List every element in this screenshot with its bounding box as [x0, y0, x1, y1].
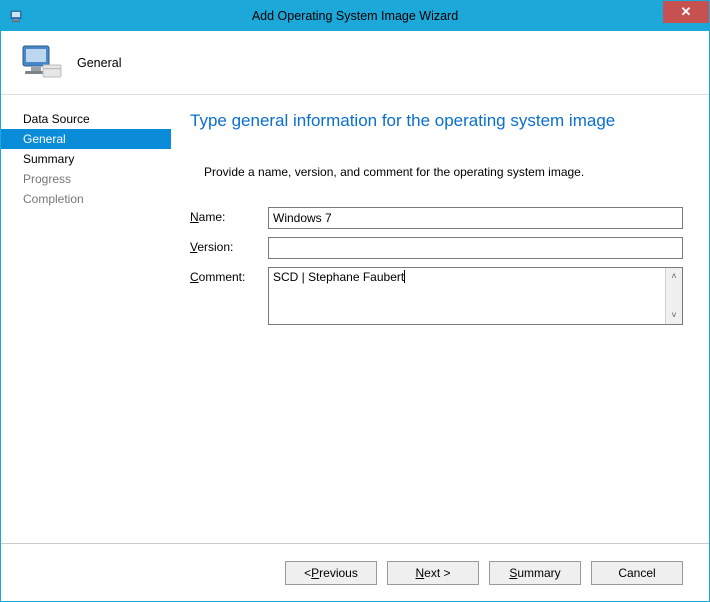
comment-value: SCD | Stephane Faubert: [273, 270, 404, 284]
sidebar-item-progress: Progress: [19, 169, 175, 189]
window-title: Add Operating System Image Wizard: [1, 9, 709, 23]
text-caret: [404, 270, 405, 283]
row-name: Name:: [190, 207, 683, 229]
sidebar-item-data-source[interactable]: Data Source: [19, 109, 175, 129]
row-version: Version:: [190, 237, 683, 259]
app-icon: [9, 8, 25, 24]
wizard-body: Data Source General Summary Progress Com…: [1, 95, 709, 543]
page-heading: Type general information for the operati…: [190, 111, 683, 131]
titlebar: Add Operating System Image Wizard ✕: [1, 1, 709, 31]
version-input[interactable]: [268, 237, 683, 259]
content-pane: Type general information for the operati…: [176, 95, 709, 543]
label-name: Name:: [190, 207, 268, 224]
previous-button[interactable]: < PPreviousrevious: [285, 561, 377, 585]
sidebar-item-general[interactable]: General: [1, 129, 171, 149]
scroll-up-icon[interactable]: ˄: [666, 268, 682, 285]
header-step-label: General: [77, 56, 121, 70]
row-comment: Comment: SCD | Stephane Faubert ˄ ˅: [190, 267, 683, 325]
comment-input[interactable]: SCD | Stephane Faubert ˄ ˅: [268, 267, 683, 325]
name-input[interactable]: [268, 207, 683, 229]
label-comment: Comment:: [190, 267, 268, 284]
close-button[interactable]: ✕: [663, 1, 709, 23]
sidebar-item-summary[interactable]: Summary: [19, 149, 175, 169]
summary-button[interactable]: SummarySummary: [489, 561, 581, 585]
instruction-text: Provide a name, version, and comment for…: [204, 165, 683, 179]
computer-icon: [19, 43, 63, 83]
wizard-window: Add Operating System Image Wizard ✕ Gene…: [0, 0, 710, 602]
label-version: Version:: [190, 237, 268, 254]
sidebar-item-completion: Completion: [19, 189, 175, 209]
wizard-header: General: [1, 31, 709, 95]
sidebar: Data Source General Summary Progress Com…: [1, 95, 176, 543]
wizard-footer: < PPreviousrevious Next >Next SummarySum…: [1, 543, 709, 601]
cancel-button[interactable]: Cancel: [591, 561, 683, 585]
next-button[interactable]: Next >Next: [387, 561, 479, 585]
scroll-down-icon[interactable]: ˅: [666, 307, 682, 324]
comment-scrollbar[interactable]: ˄ ˅: [665, 268, 682, 324]
